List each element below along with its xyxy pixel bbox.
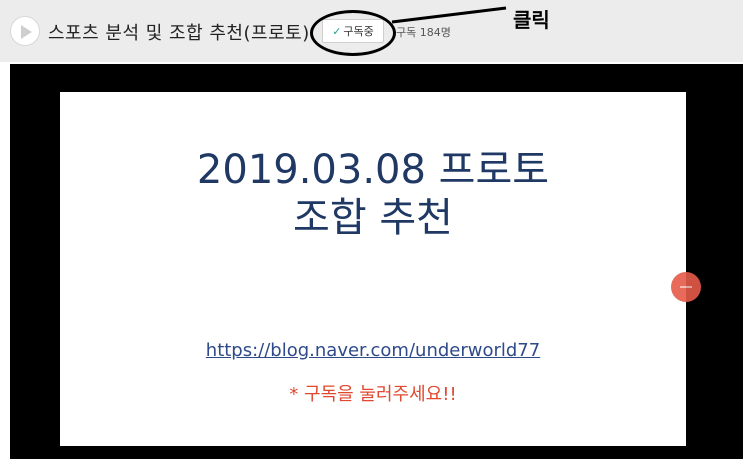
slide-title-line1: 2019.03.08 프로토 — [196, 147, 550, 193]
blog-link[interactable]: https://blog.naver.com/underworld77 — [60, 340, 686, 361]
annotation-label: 클릭 — [513, 8, 550, 32]
video-slide: 2019.03.08 프로토 조합 추천 https://blog.naver.… — [60, 92, 686, 446]
annotation-arrow — [391, 6, 507, 24]
record-indicator-icon[interactable] — [671, 272, 701, 302]
subscribe-note: * 구독을 눌러주세요!! — [289, 384, 457, 405]
slide-title-line2: 조합 추천 — [293, 195, 453, 241]
slide-title: 2019.03.08 프로토 조합 추천 — [60, 146, 686, 242]
